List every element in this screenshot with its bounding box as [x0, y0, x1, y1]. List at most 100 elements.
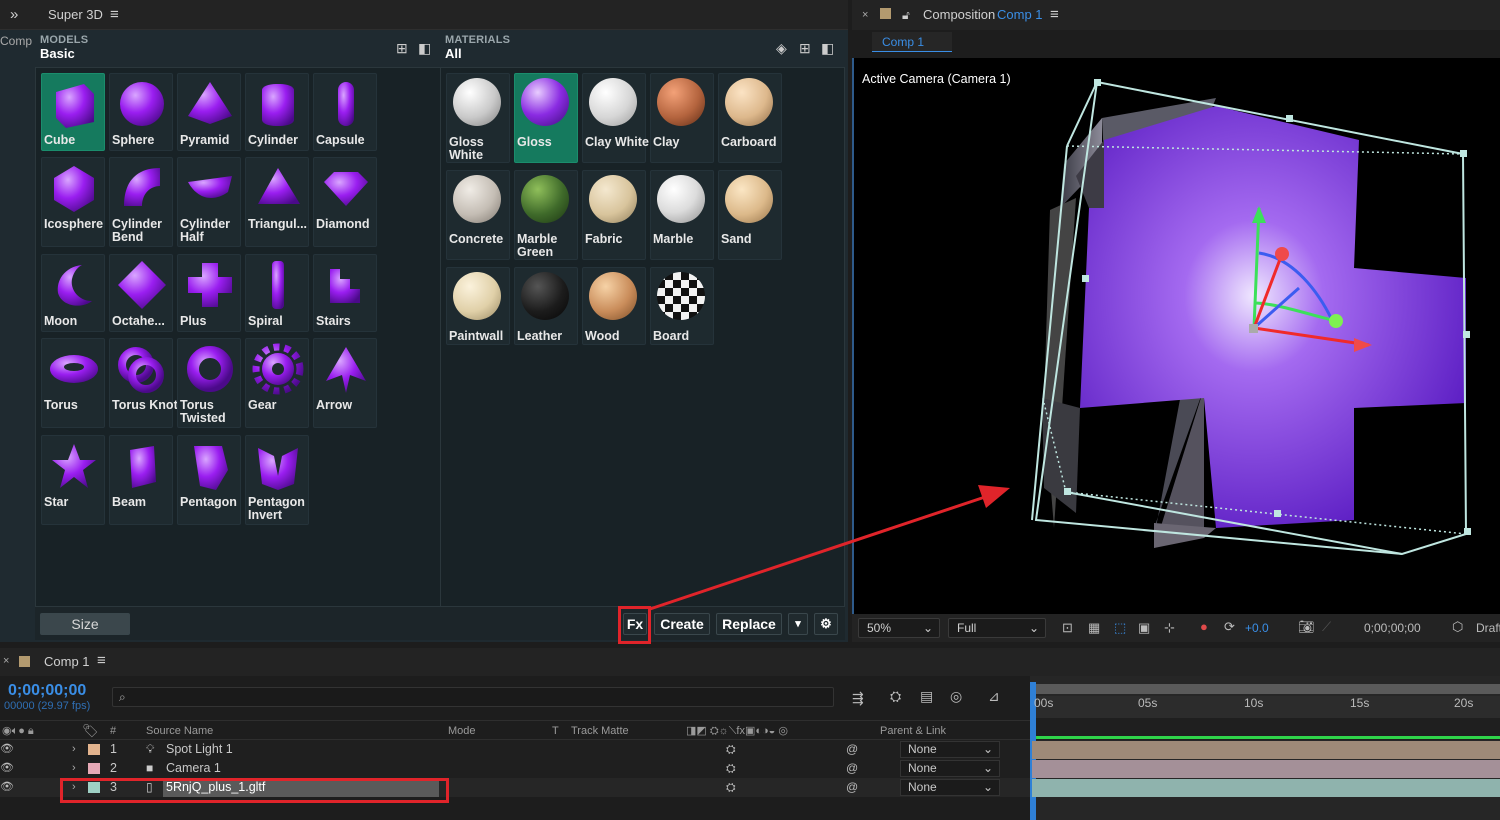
- model-tile[interactable]: Star: [41, 435, 105, 525]
- composition-name[interactable]: Comp 1: [997, 0, 1043, 30]
- material-tile[interactable]: Concrete: [446, 170, 510, 260]
- layer-row[interactable]: 👁︎ › 1 💡︎ Spot Light 1 ⛭ @ None ⌄: [0, 740, 1030, 759]
- tab-comp-1[interactable]: Comp 1: [872, 32, 952, 52]
- layers-icon[interactable]: ◈: [776, 40, 787, 57]
- model-tile[interactable]: Cylinder Half: [177, 157, 241, 247]
- parent-pickwhip-icon[interactable]: @: [846, 759, 858, 778]
- material-tile[interactable]: Wood: [582, 267, 646, 345]
- options-dropdown[interactable]: ▾: [788, 613, 808, 635]
- comp-flowchart-icon[interactable]: ⇶: [852, 690, 864, 707]
- parent-pickwhip-icon[interactable]: @: [846, 778, 858, 797]
- model-tile[interactable]: Pyramid: [177, 73, 241, 151]
- draft-label[interactable]: Draft: [1476, 621, 1500, 635]
- materials-category[interactable]: All: [445, 46, 510, 61]
- material-tile[interactable]: Sand: [718, 170, 782, 260]
- parent-select[interactable]: None ⌄: [900, 760, 1000, 777]
- model-tile[interactable]: Sphere: [109, 73, 173, 151]
- motion-blur-icon[interactable]: ◎: [950, 688, 962, 705]
- model-tile[interactable]: Spiral: [245, 254, 309, 332]
- lock-icon[interactable]: 🔓︎: [902, 0, 910, 30]
- models-category[interactable]: Basic: [40, 46, 88, 61]
- material-tile[interactable]: Clay: [650, 73, 714, 163]
- resolution-select[interactable]: Full ⌄: [948, 618, 1046, 638]
- label-color-swatch[interactable]: [88, 744, 100, 755]
- expand-icon[interactable]: »: [10, 0, 18, 30]
- material-tile[interactable]: Gloss White: [446, 73, 510, 163]
- draft-3d-icon[interactable]: ⬡: [1452, 619, 1463, 635]
- layer-row[interactable]: 👁︎ › 2 ■ Camera 1 ⛭ @ None ⌄: [0, 759, 1030, 778]
- model-tile[interactable]: Torus: [41, 338, 105, 428]
- grid-icon[interactable]: ⊹: [1164, 620, 1175, 636]
- guides-icon[interactable]: ▣: [1138, 620, 1150, 636]
- model-tile[interactable]: Stairs: [313, 254, 377, 332]
- model-tile[interactable]: Gear: [245, 338, 309, 428]
- close-icon[interactable]: ×: [862, 0, 868, 30]
- model-tile[interactable]: Pentagon: [177, 435, 241, 525]
- column-source-name[interactable]: Source Name: [146, 725, 213, 737]
- comp-menu-icon[interactable]: ≡: [1050, 0, 1059, 30]
- model-tile[interactable]: Torus Knot: [109, 338, 178, 428]
- layer-search-input[interactable]: ⌕: [112, 687, 834, 707]
- expand-chevron-icon[interactable]: ›: [72, 759, 76, 778]
- layer-track-bar[interactable]: [1032, 760, 1500, 778]
- model-tile[interactable]: Beam: [109, 435, 173, 525]
- model-tile[interactable]: Cube: [41, 73, 105, 151]
- material-tile[interactable]: Fabric: [582, 170, 646, 260]
- grid-view-icon[interactable]: ⊞: [799, 40, 811, 57]
- timeline-timecode[interactable]: 0;00;00;00: [8, 682, 86, 700]
- model-tile[interactable]: Torus Twisted: [177, 338, 241, 428]
- model-tile[interactable]: Diamond: [313, 157, 377, 247]
- model-tile[interactable]: Icosphere: [41, 157, 105, 247]
- mask-path-icon[interactable]: ⬚: [1114, 620, 1126, 636]
- timeline-comp-tab[interactable]: Comp 1: [44, 654, 90, 669]
- eye-icon[interactable]: 👁︎: [0, 778, 14, 797]
- layer-name[interactable]: Camera 1: [166, 759, 221, 778]
- color-channels-icon[interactable]: ●: [1200, 619, 1208, 634]
- grid-view-icon[interactable]: ⊞: [396, 40, 408, 57]
- close-icon[interactable]: ×: [3, 655, 9, 667]
- material-tile[interactable]: Marble Green: [514, 170, 578, 260]
- parent-select[interactable]: None ⌄: [900, 779, 1000, 796]
- material-tile[interactable]: Carboard: [718, 73, 782, 163]
- timeline-menu-icon[interactable]: ≡: [97, 652, 106, 669]
- eye-icon[interactable]: 👁︎: [0, 740, 14, 759]
- layer-track-bar[interactable]: [1032, 741, 1500, 759]
- viewer-timecode[interactable]: 0;00;00;00: [1364, 621, 1421, 635]
- 3d-layer-switch-icon[interactable]: ⛭: [726, 778, 736, 797]
- 3d-plus-model[interactable]: [854, 58, 1500, 614]
- model-tile[interactable]: Plus: [177, 254, 241, 332]
- snapshot-camera-icon[interactable]: 📷︎: [1298, 619, 1315, 635]
- graph-editor-icon[interactable]: ⊿: [988, 688, 1000, 705]
- create-button[interactable]: Create: [654, 613, 710, 635]
- layer-track-bar[interactable]: [1032, 779, 1500, 797]
- model-tile[interactable]: Pentagon Invert: [245, 435, 309, 525]
- work-area-bar[interactable]: [1030, 684, 1500, 694]
- material-tile[interactable]: Marble: [650, 170, 714, 260]
- exposure-value[interactable]: +0.0: [1245, 621, 1269, 635]
- model-tile[interactable]: Cylinder Bend: [109, 157, 173, 247]
- region-icon[interactable]: ⊡: [1062, 620, 1073, 636]
- material-tile[interactable]: Gloss: [514, 73, 578, 163]
- material-tile[interactable]: Board: [650, 267, 714, 345]
- expand-chevron-icon[interactable]: ›: [72, 740, 76, 759]
- replace-button[interactable]: Replace: [716, 613, 782, 635]
- model-tile[interactable]: Cylinder: [245, 73, 309, 151]
- collapse-panel-icon[interactable]: ◧: [418, 40, 431, 57]
- transparency-grid-icon[interactable]: ▦: [1088, 620, 1100, 636]
- label-color-swatch[interactable]: [88, 763, 100, 774]
- parent-select[interactable]: None ⌄: [900, 741, 1000, 758]
- collapse-panel-icon[interactable]: ◧: [821, 40, 834, 57]
- shy-icon[interactable]: ⛭: [890, 688, 901, 705]
- model-tile[interactable]: Capsule: [313, 73, 377, 151]
- material-tile[interactable]: Clay White: [582, 73, 649, 163]
- settings-gear-icon[interactable]: ⚙: [814, 613, 838, 635]
- size-button[interactable]: Size: [40, 613, 130, 635]
- material-tile[interactable]: Leather: [514, 267, 578, 345]
- show-snapshot-icon[interactable]: ⟋: [1322, 619, 1331, 635]
- layer-name[interactable]: Spot Light 1: [166, 740, 233, 759]
- parent-pickwhip-icon[interactable]: @: [846, 740, 858, 759]
- eye-icon[interactable]: 👁︎: [0, 759, 14, 778]
- model-tile[interactable]: Arrow: [313, 338, 377, 428]
- 3d-layer-switch-icon[interactable]: ⛭: [726, 759, 736, 778]
- zoom-select[interactable]: 50% ⌄: [858, 618, 940, 638]
